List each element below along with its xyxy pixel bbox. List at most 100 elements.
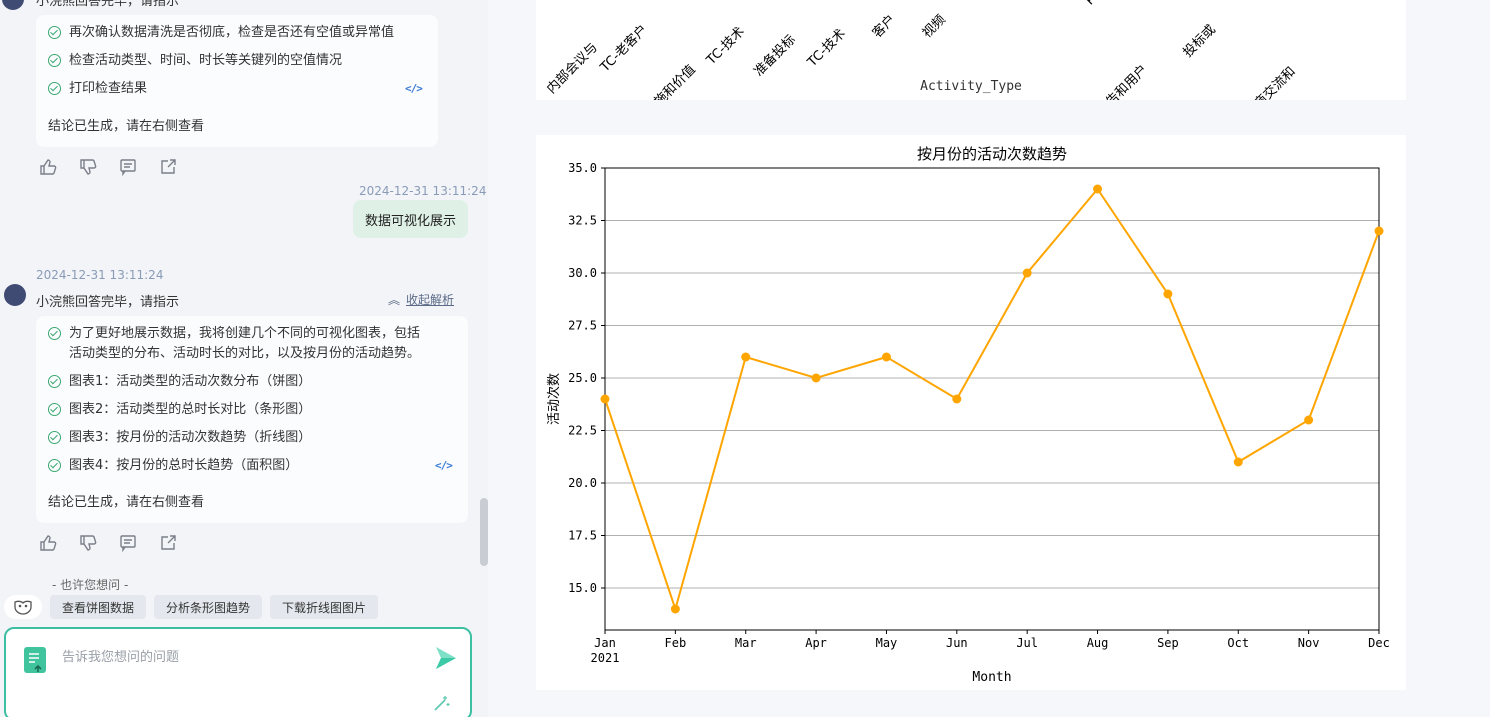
x-tick-label: Nov bbox=[1298, 636, 1320, 650]
x-tick-label: Aug bbox=[1087, 636, 1109, 650]
suggestion-chip[interactable]: 下载折线图图片 bbox=[270, 595, 379, 619]
data-point bbox=[811, 373, 821, 383]
data-point bbox=[1374, 226, 1384, 236]
conclusion-text: 结论已生成，请在右侧查看 bbox=[48, 495, 205, 510]
check-circle-icon bbox=[48, 459, 61, 472]
y-axis-label: 活动次数 bbox=[546, 373, 562, 425]
suggestion-chip[interactable]: 查看饼图数据 bbox=[50, 595, 147, 619]
x-tick-label: Oct bbox=[1227, 636, 1249, 650]
step-item: 图表2：活动类型的总时长对比（条形图） bbox=[48, 400, 311, 420]
code-icon[interactable]: </> bbox=[435, 459, 453, 472]
data-point bbox=[881, 352, 891, 362]
y-tick-label: 30.0 bbox=[568, 266, 597, 280]
results-panel: 内部会议与TC-老客户POC-实施和价值TC-技术准备投标TC-技术客户视频PP… bbox=[488, 0, 1490, 717]
y-tick-label: 22.5 bbox=[568, 424, 597, 438]
data-point bbox=[1163, 289, 1173, 299]
analysis-card: 为了更好地展示数据，我将创建几个不同的可视化图表，包括 活动类型的分布、活动时长的… bbox=[36, 316, 468, 523]
check-circle-icon bbox=[48, 327, 61, 340]
x-tick-label: May bbox=[876, 636, 898, 650]
step-item: 为了更好地展示数据，我将创建几个不同的可视化图表，包括 活动类型的分布、活动时长的… bbox=[48, 324, 420, 364]
comment-icon[interactable] bbox=[119, 158, 137, 177]
x-tick-label: 视频 bbox=[920, 12, 949, 41]
chart-title: 按月份的活动次数趋势 bbox=[917, 145, 1067, 163]
check-circle-icon bbox=[48, 431, 61, 444]
x-tick-label: 客户 bbox=[869, 12, 899, 42]
x-tick-label: Mar bbox=[735, 636, 757, 650]
step-item: 再次确认数据清洗是否彻底，检查是否还有空值或异常值 bbox=[48, 23, 394, 43]
data-point bbox=[1022, 268, 1032, 278]
x-tick-label: TC-技术 bbox=[703, 24, 748, 69]
x-tick-label: 投标或 bbox=[1180, 22, 1219, 61]
step-item: 打印检查结果 bbox=[48, 79, 147, 99]
plot-frame bbox=[604, 167, 1380, 631]
y-tick-label: 17.5 bbox=[568, 529, 597, 543]
x-tick-label: Jul bbox=[1016, 636, 1038, 650]
chevron-up-icon: ︽ bbox=[388, 293, 401, 307]
thumbs-up-icon[interactable] bbox=[39, 534, 57, 552]
share-icon[interactable] bbox=[159, 534, 177, 552]
scrollbar-thumb[interactable] bbox=[480, 498, 488, 566]
chart-card-bar: 内部会议与TC-老客户POC-实施和价值TC-技术准备投标TC-技术客户视频PP… bbox=[536, 0, 1406, 146]
share-icon[interactable] bbox=[159, 158, 177, 176]
mask-icon[interactable] bbox=[4, 595, 42, 619]
check-circle-icon bbox=[48, 26, 61, 39]
step-item: 检查活动类型、时间、时长等关键列的空值情况 bbox=[48, 51, 342, 71]
user-timestamp: 2024-12-31 13:11:24 bbox=[359, 184, 487, 198]
step-item: 图表3：按月份的活动次数趋势（折线图） bbox=[48, 428, 311, 448]
collapse-analysis-button[interactable]: ︽ 收起解析 bbox=[388, 291, 454, 308]
y-tick-label: 15.0 bbox=[568, 581, 597, 595]
suggestion-chip[interactable]: 分析条形图趋势 bbox=[154, 595, 263, 619]
step-item: 图表1：活动类型的活动次数分布（饼图） bbox=[48, 372, 311, 392]
suggestions-title: - 也许您想问 - bbox=[52, 578, 129, 592]
x-tick-label: Jan bbox=[594, 636, 616, 650]
code-icon[interactable]: </> bbox=[405, 82, 423, 95]
x-tick-label: TC-技术 bbox=[804, 26, 849, 71]
document-upload-icon[interactable] bbox=[24, 647, 46, 673]
data-point bbox=[600, 394, 610, 404]
magic-wand-icon[interactable] bbox=[432, 695, 450, 713]
send-icon[interactable] bbox=[434, 645, 458, 671]
user-message-bubble: 数据可视化展示 bbox=[353, 200, 468, 238]
data-point bbox=[1304, 415, 1314, 425]
question-input[interactable] bbox=[62, 647, 402, 667]
x-tick-label: Jun bbox=[946, 636, 968, 650]
series-line bbox=[604, 187, 1380, 613]
data-point bbox=[741, 352, 751, 362]
message-actions bbox=[39, 158, 177, 177]
thumbs-down-icon[interactable] bbox=[79, 158, 97, 176]
data-point bbox=[1093, 184, 1103, 194]
x-tick-label: Feb bbox=[665, 636, 687, 650]
data-point bbox=[1233, 457, 1243, 467]
x-tick-label: Dec bbox=[1368, 636, 1390, 650]
y-tick-label: 32.5 bbox=[568, 214, 597, 228]
bot-avatar bbox=[2, 0, 24, 10]
conclusion-text: 结论已生成，请在右侧查看 bbox=[48, 119, 205, 134]
x-year-label: 2021 bbox=[591, 651, 620, 665]
x-tick-label: TC-老客户 bbox=[596, 22, 650, 76]
check-circle-icon bbox=[48, 82, 61, 95]
check-circle-icon bbox=[48, 54, 61, 67]
analysis-card: 再次确认数据清洗是否彻底，检查是否还有空值或异常值 检查活动类型、时间、时长等关… bbox=[36, 15, 438, 147]
y-tick-label: 35.0 bbox=[568, 161, 597, 175]
chat-input-box bbox=[4, 627, 472, 717]
bar-chart-xlabel: Activity_Type bbox=[920, 79, 1022, 94]
x-tick-label: P bbox=[1083, 0, 1099, 8]
thumbs-up-icon[interactable] bbox=[39, 158, 57, 176]
thumbs-down-icon[interactable] bbox=[79, 534, 97, 552]
check-circle-icon bbox=[48, 375, 61, 388]
bot-avatar bbox=[4, 284, 26, 306]
y-tick-label: 25.0 bbox=[568, 371, 597, 385]
suggestions-row: 查看饼图数据 分析条形图趋势 下载折线图图片 bbox=[4, 595, 379, 619]
x-axis-label: Month bbox=[972, 670, 1011, 685]
bot-timestamp: 2024-12-31 13:11:24 bbox=[36, 268, 164, 282]
x-tick-label: 准备投标 bbox=[751, 32, 799, 80]
message-actions bbox=[39, 534, 177, 553]
y-tick-label: 27.5 bbox=[568, 319, 597, 333]
comment-icon[interactable] bbox=[119, 534, 137, 553]
data-point bbox=[670, 604, 680, 614]
check-circle-icon bbox=[48, 403, 61, 416]
bot-status-text: 小浣熊回答完毕，请指示 bbox=[36, 0, 180, 9]
chat-panel: 小浣熊回答完毕，请指示 再次确认数据清洗是否彻底，检查是否还有空值或异常值 检查… bbox=[0, 0, 488, 717]
line-chart-svg: 按月份的活动次数趋势 15.0 17.5 20.0 22.5 25.0 27.5 30.0 32… bbox=[546, 145, 1390, 685]
data-point bbox=[952, 394, 962, 404]
